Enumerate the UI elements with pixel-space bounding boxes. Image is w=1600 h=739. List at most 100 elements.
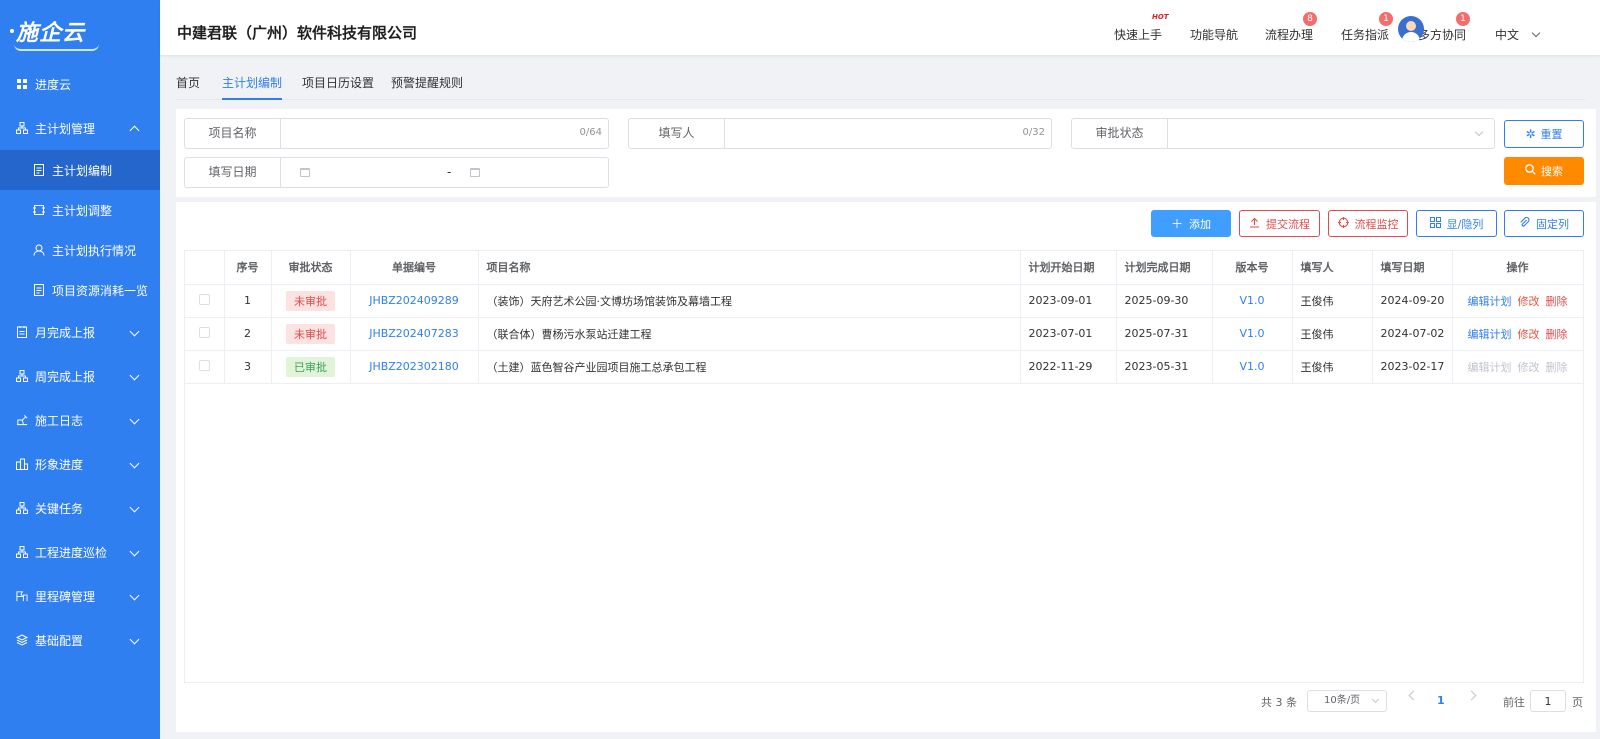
add-button[interactable]: ＋ 添加 [1151, 210, 1231, 237]
sidebar-item-label: 里程碑管理 [35, 589, 96, 604]
nav-collaboration[interactable]: 多方协同 1 [1418, 12, 1470, 43]
sidebar-item-master-plan[interactable]: 主计划管理 [0, 106, 160, 150]
start-date-cell: 2022-11-29 [1020, 350, 1117, 384]
goto-page-input[interactable] [1530, 690, 1566, 712]
sidebar-item-monthly-report[interactable]: 月完成上报 [0, 310, 160, 354]
toggle-columns-button[interactable]: 显/隐列 [1416, 210, 1497, 237]
nav-quick-start[interactable]: 快速上手 HOT [1114, 13, 1169, 43]
delete-link[interactable]: 删除 [1546, 326, 1568, 342]
submit-flow-button[interactable]: 提交流程 [1239, 210, 1320, 237]
fix-columns-button[interactable]: 固定列 [1504, 210, 1584, 237]
submit-flow-label: 提交流程 [1266, 217, 1310, 231]
calendar-icon[interactable] [300, 168, 310, 177]
document-code-link[interactable]: JHBZ202407283 [350, 317, 479, 351]
monitor-flow-label: 流程监控 [1354, 217, 1399, 231]
filler-input[interactable] [725, 119, 1051, 148]
sidebar-item-milestones[interactable]: 里程碑管理 [0, 574, 160, 618]
tab-warning-rules[interactable]: 预警提醒规则 [391, 74, 463, 100]
modify-link[interactable]: 修改 [1518, 293, 1540, 309]
report-icon [16, 326, 28, 338]
version-link[interactable]: V1.0 [1212, 284, 1293, 318]
project-name-label: 项目名称 [185, 119, 281, 148]
end-date-cell: 2023-05-31 [1116, 350, 1213, 384]
nav-workflow[interactable]: 流程办理 8 [1265, 12, 1317, 43]
version-link[interactable]: V1.0 [1212, 317, 1293, 351]
column-header: 审批状态 [271, 251, 351, 285]
goto-label: 前往 [1503, 696, 1525, 709]
tab-home[interactable]: 首页 [176, 74, 200, 100]
project-name-cell: （装饰）天府艺术公园·文博坊场馆装饰及幕墙工程 [478, 284, 1021, 318]
fill-date-label: 填写日期 [185, 158, 281, 187]
version-link[interactable]: V1.0 [1212, 350, 1293, 384]
top-header: 中建君联（广州）软件科技有限公司 快速上手 HOT 功能导航 流程办理 8 任务… [160, 0, 1600, 55]
page-size-select[interactable]: 10条/页 [1307, 690, 1387, 712]
nav-label: 功能导航 [1190, 28, 1239, 42]
avatar[interactable] [1398, 16, 1424, 42]
document-code-link[interactable]: JHBZ202302180 [350, 350, 479, 384]
user-icon [33, 244, 45, 256]
chevron-down-icon [129, 546, 140, 557]
monitor-flow-button[interactable]: 流程监控 [1328, 210, 1408, 237]
machine-icon [16, 414, 28, 426]
tab-project-calendar[interactable]: 项目日历设置 [302, 74, 374, 100]
sidebar-item-base-config[interactable]: 基础配置 [0, 618, 160, 662]
sidebar-item-progress-cloud[interactable]: 进度云 [0, 62, 160, 106]
search-icon [1525, 164, 1536, 178]
document-code-link[interactable]: JHBZ202409289 [350, 284, 479, 318]
sidebar-subitem-plan-compile[interactable]: 主计划编制 [0, 150, 160, 190]
sidebar-item-label: 关键任务 [35, 501, 84, 516]
calendar-icon[interactable] [470, 168, 480, 177]
pagination-current-page[interactable]: 1 [1437, 694, 1445, 707]
nav-task-assign[interactable]: 任务指派 1 [1341, 12, 1393, 43]
sidebar-item-key-tasks[interactable]: 关键任务 [0, 486, 160, 530]
language-select[interactable]: 中文 [1495, 26, 1541, 43]
row-checkbox[interactable] [198, 293, 210, 305]
tab-plan-compile[interactable]: 主计划编制 [222, 74, 283, 100]
modify-link[interactable]: 修改 [1518, 326, 1540, 342]
sidebar-subitem-plan-execution[interactable]: 主计划执行情况 [0, 230, 160, 270]
search-button[interactable]: 搜索 [1504, 157, 1584, 185]
edit-plan-link[interactable]: 编辑计划 [1468, 326, 1512, 342]
index-cell: 2 [224, 317, 272, 351]
table-header-row: 序号 审批状态 单据编号 项目名称 计划开始日期 计划完成日期 版本号 填写人 … [185, 251, 1584, 285]
column-header: 版本号 [1212, 251, 1293, 285]
chevron-down-icon [1371, 695, 1380, 704]
sidebar-item-visual-progress[interactable]: 形象进度 [0, 442, 160, 486]
org-icon [16, 502, 28, 514]
delete-link[interactable]: 删除 [1546, 293, 1568, 309]
nav-function-guide[interactable]: 功能导航 [1190, 26, 1238, 43]
column-header: 填写人 [1292, 251, 1373, 285]
reset-button[interactable]: ✲ 重置 [1504, 120, 1584, 148]
filler-count: 0/32 [1022, 127, 1045, 138]
chevron-down-icon [129, 502, 140, 513]
sidebar-subitem-resource-overview[interactable]: 项目资源消耗一览 [0, 270, 160, 310]
project-name-field: 项目名称 0/64 [184, 118, 609, 149]
sidebar-subitem-plan-adjust[interactable]: 主计划调整 [0, 190, 160, 230]
status-cell: 已审批 [271, 350, 351, 384]
start-date-cell: 2023-07-01 [1020, 317, 1117, 351]
filler-cell: 王俊伟 [1292, 350, 1373, 384]
data-table: 序号 审批状态 单据编号 项目名称 计划开始日期 计划完成日期 版本号 填写人 … [184, 250, 1584, 683]
project-name-input[interactable] [281, 119, 608, 148]
sidebar-item-progress-inspection[interactable]: 工程进度巡检 [0, 530, 160, 574]
upload-icon [1249, 217, 1260, 231]
approval-status-select[interactable] [1168, 119, 1494, 148]
edit-plan-link[interactable]: 编辑计划 [1468, 293, 1512, 309]
index-cell: 3 [224, 350, 272, 384]
status-badge: 已审批 [286, 356, 335, 377]
sidebar-item-construction-log[interactable]: 施工日志 [0, 398, 160, 442]
column-header: 单据编号 [350, 251, 479, 285]
project-name-cell: （联合体）曹杨污水泵站迁建工程 [478, 317, 1021, 351]
company-name: 中建君联（广州）软件科技有限公司 [177, 24, 418, 42]
nav-label: 流程办理 [1265, 28, 1314, 42]
column-header: 操作 [1452, 251, 1584, 285]
paperclip-icon [1519, 216, 1530, 231]
progress-icon [16, 458, 28, 470]
sidebar-item-weekly-report[interactable]: 周完成上报 [0, 354, 160, 398]
adjust-icon [33, 204, 45, 216]
chevron-down-icon [129, 326, 140, 337]
table-row: 1 未审批 JHBZ202409289 （装饰）天府艺术公园·文博坊场馆装饰及幕… [185, 284, 1584, 318]
row-checkbox[interactable] [198, 359, 210, 371]
row-checkbox[interactable] [198, 326, 210, 338]
row-checkbox-cell [185, 317, 225, 351]
